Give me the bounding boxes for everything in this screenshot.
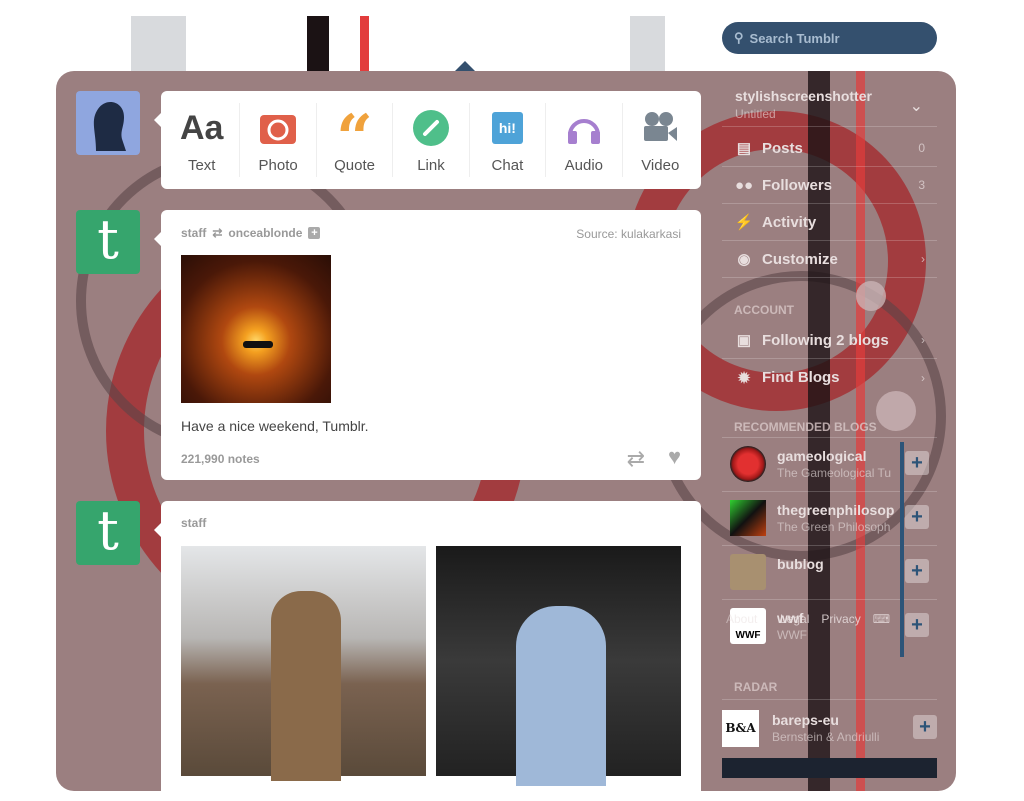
blog-avatar [730, 500, 766, 536]
privacy-link[interactable]: Privacy [821, 612, 860, 626]
follow-button[interactable]: + [913, 715, 937, 739]
sidebar-item-customize[interactable]: ◉ Customize › [722, 241, 937, 278]
reblog-button[interactable]: ⇄ [627, 446, 645, 472]
blog-switcher[interactable]: stylishscreenshotter Untitled ⌄ [722, 80, 937, 127]
following-icon: ▣ [736, 332, 752, 349]
follow-button[interactable]: + [905, 451, 929, 475]
post-card: staff ⇄ onceablonde + Source: kulakarkas… [154, 210, 701, 480]
source-label: Source: [576, 227, 618, 241]
radar-blog[interactable]: B&A bareps-eu Bernstein & Andriulli + [722, 702, 937, 756]
new-text-post-button[interactable]: Aa Text [164, 103, 241, 177]
blog-title: Untitled [735, 107, 776, 121]
new-post-bar: Aa Text Photo “ Quote Link hi! Chat Audi… [154, 91, 701, 189]
recommended-blog[interactable]: gameological The Gameological Tu + [722, 438, 937, 492]
new-link-post-button[interactable]: Link [393, 103, 470, 177]
video-camera-icon [641, 109, 679, 147]
sidebar-item-following[interactable]: ▣ Following 2 blogs › [722, 322, 937, 359]
chevron-down-icon: ⌄ [909, 98, 923, 115]
recommended-blog[interactable]: bublog + [722, 546, 937, 600]
eye-icon: ◉ [737, 251, 751, 268]
chevron-right-icon: › [921, 370, 925, 385]
sidebar-item-followers[interactable]: ●● Followers 3 [722, 167, 937, 204]
keyboard-icon[interactable]: ⌨ [873, 612, 890, 626]
reblog-icon: ⇄ [212, 226, 223, 240]
sidebar-item-posts[interactable]: ▤ Posts 0 [722, 130, 937, 167]
post-photo[interactable] [436, 546, 681, 786]
posts-icon: ▤ [736, 140, 752, 157]
new-audio-post-button[interactable]: Audio [546, 103, 623, 177]
sidebar-item-find-blogs[interactable]: ✹ Find Blogs › [722, 359, 937, 396]
headphones-icon [565, 109, 603, 147]
background-decoration [630, 16, 665, 76]
legal-link[interactable]: Legal [780, 612, 809, 626]
post-card: staff [154, 501, 701, 801]
chevron-right-icon: › [921, 252, 925, 266]
user-avatar[interactable] [76, 91, 140, 155]
staff-avatar[interactable]: t [76, 501, 140, 565]
new-photo-post-button[interactable]: Photo [240, 103, 317, 177]
radar-image[interactable] [722, 758, 937, 778]
sidebar-item-activity[interactable]: ⚡ Activity [722, 204, 937, 241]
follow-button[interactable]: + [905, 505, 929, 529]
blog-avatar [730, 554, 766, 590]
post-photo[interactable] [181, 546, 426, 781]
blog-name: stylishscreenshotter [735, 88, 872, 104]
camera-icon [259, 109, 297, 147]
footer-links: Legal Privacy ⌨ [780, 612, 890, 626]
new-chat-post-button[interactable]: hi! Chat [470, 103, 547, 177]
post-author[interactable]: staff [181, 516, 206, 530]
follow-button[interactable]: + [905, 559, 929, 583]
link-icon [412, 109, 449, 147]
background-decoration [307, 16, 329, 76]
dashboard-indicator [455, 61, 475, 71]
notes-count[interactable]: 221,990 notes [181, 452, 260, 466]
follow-plus-icon[interactable]: + [308, 227, 321, 239]
search-input[interactable]: ⚲ Search Tumblr [722, 22, 937, 54]
search-icon: ⚲ [734, 30, 744, 45]
text-icon: Aa [179, 108, 224, 147]
chevron-right-icon: › [921, 333, 925, 347]
reblogged-from[interactable]: onceablonde [228, 226, 302, 240]
post-author[interactable]: staff [181, 226, 206, 240]
post-photo[interactable] [181, 255, 331, 403]
about-link[interactable]: About [726, 612, 757, 626]
recommended-blog[interactable]: thegreenphilosop The Green Philosoph + [722, 492, 937, 546]
like-heart-button[interactable]: ♥ [668, 444, 681, 470]
account-heading: ACCOUNT [734, 303, 794, 317]
quote-icon: “ [336, 101, 373, 176]
post-caption: Have a nice weekend, Tumblr. [181, 418, 369, 434]
staff-avatar[interactable]: t [76, 210, 140, 274]
lightning-icon: ⚡ [734, 214, 754, 231]
recommended-blog[interactable]: WWF wwf WWF + [722, 600, 937, 654]
follow-button[interactable]: + [905, 613, 929, 637]
new-quote-post-button[interactable]: “ Quote [317, 101, 394, 177]
background-decoration [360, 16, 369, 76]
followers-icon: ●● [734, 176, 754, 194]
recommended-heading: RECOMMENDED BLOGS [734, 420, 877, 434]
scrollbar[interactable] [900, 442, 904, 657]
sparkle-icon: ✹ [737, 369, 751, 387]
blog-avatar [730, 446, 766, 482]
radar-blog-avatar: B&A [722, 710, 759, 747]
radar-heading: RADAR [734, 680, 778, 694]
new-video-post-button[interactable]: Video [623, 103, 698, 177]
sidebar: stylishscreenshotter Untitled ⌄ ▤ Posts 0 … [722, 80, 937, 778]
background-decoration [131, 16, 186, 76]
chat-icon: hi! [491, 109, 523, 147]
source-link[interactable]: kulakarkasi [621, 227, 681, 241]
